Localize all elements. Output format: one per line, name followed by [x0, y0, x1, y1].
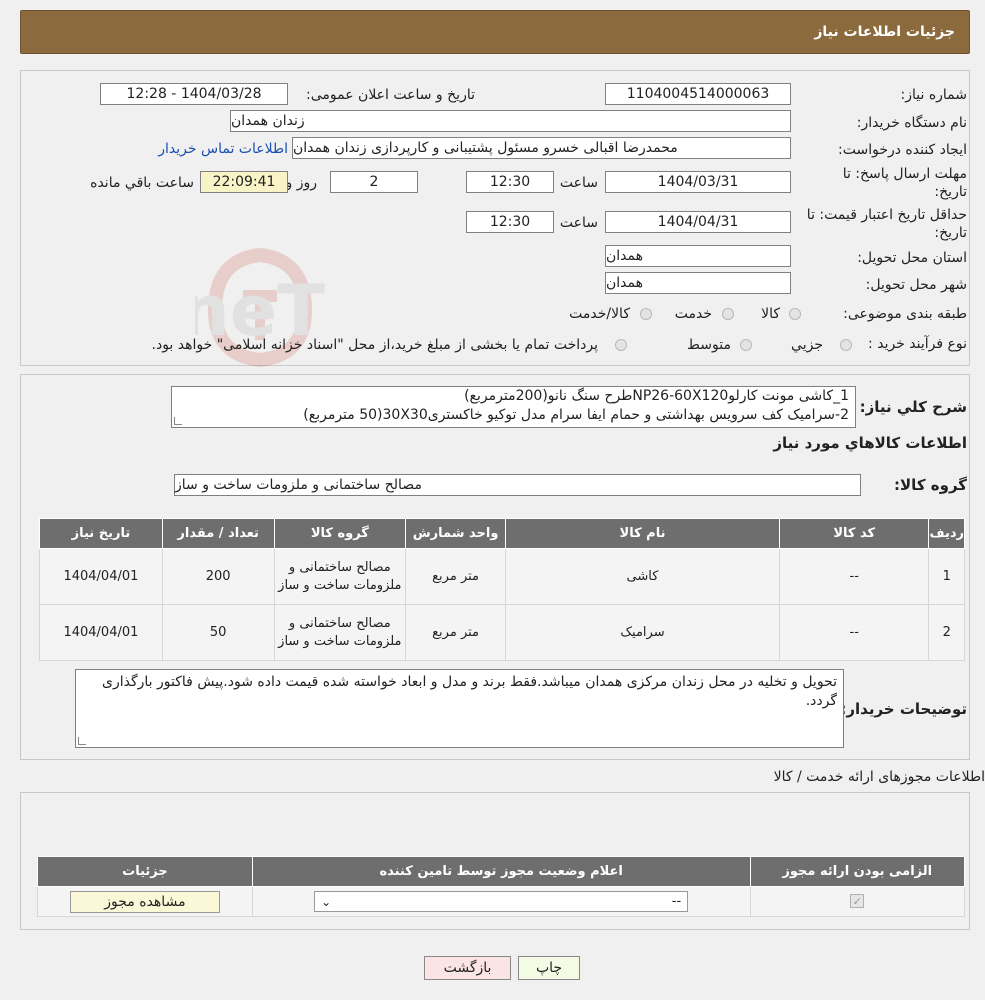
buyer-notes-textarea[interactable]: تحویل و تخلیه در محل زندان مرکزی همدان م… [75, 669, 844, 748]
goods-table: رديف کد کالا نام کالا واحد شمارش گروه کا… [39, 518, 965, 661]
process-radio-treasury[interactable] [615, 339, 627, 351]
col-unit: واحد شمارش [405, 518, 506, 549]
summary-line-2: 2-سرامیک کف سرویس بهداشتی و حمام ایفا سر… [303, 407, 849, 423]
col-license-status: اعلام وضعیت مجوز توسط تامین کننده [251, 856, 751, 887]
buyer-notes-text: تحویل و تخلیه در محل زندان مرکزی همدان م… [102, 674, 837, 709]
process-label: نوع فرآیند خرید : [868, 336, 967, 352]
cell-row: 1 [928, 548, 965, 605]
creator-label: ایجاد کننده درخواست: [838, 142, 967, 158]
view-license-button[interactable]: مشاهده مجوز [69, 890, 220, 913]
deadline-date-field: 1404/03/31 [605, 171, 791, 193]
city-label: شهر محل تحویل: [865, 277, 967, 293]
province-field: همدان [605, 245, 791, 267]
summary-textarea[interactable]: 1_کاشی مونت کارلوNP26-60X120طرح سنگ نانو… [171, 386, 856, 428]
city-field: همدان [605, 272, 791, 294]
licenses-table-header: الزامی بودن ارائه مجوز اعلام وضعیت مجوز … [37, 856, 965, 887]
category-option-service: خدمت [674, 306, 712, 322]
deadline-time-label: ساعت [559, 175, 598, 191]
days-field: 2 [330, 171, 418, 193]
need-number-label: شماره نیاز: [900, 87, 968, 103]
category-option-goods: کالا [761, 306, 780, 322]
category-option-both: کالا/خدمت [569, 306, 630, 322]
cell-license-status: -- ⌄ [251, 886, 751, 917]
need-number-field: 1104004514000063 [605, 83, 791, 105]
cell-name: کاشی [504, 548, 781, 605]
summary-label: شرح كلي نیاز: [859, 398, 967, 416]
validity-label: حداقل تاریخ اعتبار قیمت: تا تاریخ: [807, 206, 967, 242]
process-option-medium: متوسط [687, 337, 731, 353]
validity-label-line1: حداقل تاریخ اعتبار قیمت: تا [806, 207, 967, 223]
category-radio-service[interactable] [722, 308, 734, 320]
cell-qty: 50 [161, 604, 275, 661]
validity-label-line2: تاریخ: [934, 225, 967, 241]
chevron-down-icon: ⌄ [321, 894, 332, 909]
goods-group-label: گروه کالا: [894, 476, 967, 494]
col-code: کد کالا [779, 518, 930, 549]
col-name: نام کالا [504, 518, 781, 549]
col-row: رديف [928, 518, 965, 549]
col-date: تاریخ نیاز [39, 518, 163, 549]
process-radio-medium[interactable] [740, 339, 752, 351]
process-note: پرداخت تمام یا بخشی از مبلغ خرید،از محل … [151, 337, 598, 353]
cell-name: سرامیک [504, 604, 781, 661]
deadline-label-line2: تاریخ: [934, 184, 967, 200]
goods-section-title: اطلاعات کالاهاي مورد نیاز [773, 434, 967, 452]
cell-unit: متر مربع [405, 548, 506, 605]
creator-field: محمدرضا اقبالی خسرو مسئول پشتیبانی و کار… [292, 137, 791, 159]
cell-license-details: مشاهده مجوز [37, 886, 253, 917]
license-status-select[interactable]: -- ⌄ [314, 891, 689, 912]
table-row: ✓ -- ⌄ مشاهده مجوز [37, 886, 965, 917]
table-row: 2 -- سرامیک متر مربع مصالح ساختمانی و مل… [39, 604, 965, 661]
cell-qty: 200 [161, 548, 275, 605]
print-button[interactable]: چاپ [518, 956, 580, 980]
remaining-label: ساعت باقي مانده [90, 175, 194, 191]
deadline-label: مهلت ارسال پاسخ: تا تاریخ: [843, 165, 967, 201]
deadline-time-field: 12:30 [466, 171, 554, 193]
summary-line-1: 1_کاشی مونت کارلوNP26-60X120طرح سنگ نانو… [464, 388, 849, 404]
page-title: جزئیات اطلاعات نیاز [814, 24, 955, 40]
back-button[interactable]: بازگشت [424, 956, 511, 980]
cell-code: -- [779, 604, 930, 661]
buyer-notes-label: توضیحات خریدار: [840, 700, 967, 718]
cell-unit: متر مربع [405, 604, 506, 661]
license-required-checkbox: ✓ [850, 893, 865, 908]
cell-date: 1404/04/01 [39, 604, 163, 661]
cell-code: -- [779, 548, 930, 605]
col-license-required: الزامی بودن ارائه مجوز [749, 856, 965, 887]
buyer-org-field: زندان همدان [230, 110, 791, 132]
deadline-label-line1: مهلت ارسال پاسخ: تا [842, 166, 967, 182]
cell-group: مصالح ساختمانی و ملزومات ساخت و ساز [273, 604, 407, 661]
category-radio-goods[interactable] [789, 308, 801, 320]
cell-license-required: ✓ [749, 886, 965, 917]
announce-field: 1404/03/28 - 12:28 [100, 83, 288, 105]
cell-group: مصالح ساختمانی و ملزومات ساخت و ساز [273, 548, 407, 605]
licenses-table: الزامی بودن ارائه مجوز اعلام وضعیت مجوز … [37, 856, 965, 917]
process-radio-minor[interactable] [840, 339, 852, 351]
resize-grip-icon[interactable] [174, 417, 182, 425]
col-group: گروه کالا [273, 518, 407, 549]
category-radio-both[interactable] [640, 308, 652, 320]
goods-table-header: رديف کد کالا نام کالا واحد شمارش گروه کا… [39, 518, 965, 549]
validity-time-field: 12:30 [466, 211, 554, 233]
buyer-org-label: نام دستگاه خریدار: [856, 115, 967, 131]
license-status-value: -- [671, 893, 682, 909]
announce-label: تاریخ و ساعت اعلان عمومی: [306, 87, 475, 103]
cell-row: 2 [928, 604, 965, 661]
validity-time-label: ساعت [559, 215, 598, 231]
table-row: 1 -- کاشی متر مربع مصالح ساختمانی و ملزو… [39, 548, 965, 605]
resize-grip-icon[interactable] [78, 737, 86, 745]
process-option-minor: جزیي [791, 337, 823, 353]
goods-group-field: مصالح ساختمانی و ملزومات ساخت و ساز [174, 474, 861, 496]
days-label: روز و [285, 175, 318, 191]
col-qty: تعداد / مقدار [161, 518, 275, 549]
contact-buyer-link[interactable]: اطلاعات تماس خریدار [158, 141, 288, 157]
page-header: جزئیات اطلاعات نیاز [20, 10, 970, 54]
remaining-time-field: 22:09:41 [200, 171, 288, 193]
category-label: طبقه بندی موضوعی: [843, 306, 967, 322]
col-license-details: جزئیات [37, 856, 253, 887]
licenses-section-title: اطلاعات مجوزهای ارائه خدمت / کالا [773, 769, 985, 785]
validity-date-field: 1404/04/31 [605, 211, 791, 233]
province-label: استان محل تحویل: [857, 250, 967, 266]
cell-date: 1404/04/01 [39, 548, 163, 605]
